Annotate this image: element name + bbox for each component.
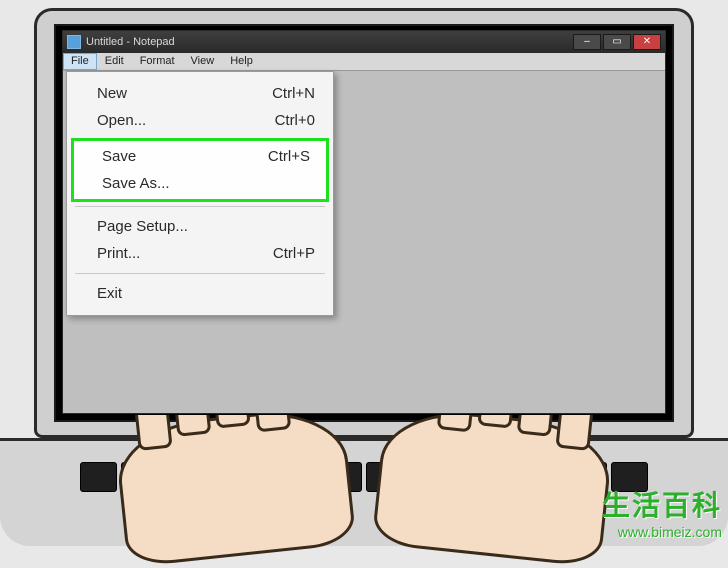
maximize-button[interactable]: ▭ <box>603 34 631 50</box>
menu-label: Print... <box>97 245 273 262</box>
menu-shortcut: Ctrl+S <box>268 148 310 165</box>
notepad-icon <box>67 35 81 49</box>
menu-shortcut: Ctrl+0 <box>275 112 315 129</box>
watermark-url: www.bimeiz.com <box>602 524 722 540</box>
watermark: 生活百科 www.bimeiz.com <box>602 484 722 540</box>
titlebar[interactable]: Untitled - Notepad – ▭ ✕ <box>63 31 665 53</box>
hand-right <box>371 404 614 567</box>
menu-item-save[interactable]: Save Ctrl+S <box>74 143 326 170</box>
menu-shortcut: Ctrl+N <box>272 85 315 102</box>
menu-file[interactable]: File <box>63 53 97 70</box>
file-menu-dropdown: New Ctrl+N Open... Ctrl+0 Save Ctrl+S Sa… <box>66 71 334 316</box>
menu-format[interactable]: Format <box>132 53 183 70</box>
menu-label: Open... <box>97 112 275 129</box>
hand-left <box>113 404 356 567</box>
minimize-button[interactable]: – <box>573 34 601 50</box>
menu-label: Exit <box>97 285 315 302</box>
highlight-save-group: Save Ctrl+S Save As... <box>71 138 329 202</box>
menu-label: Page Setup... <box>97 218 315 235</box>
menu-label: New <box>97 85 272 102</box>
menu-item-new[interactable]: New Ctrl+N <box>69 80 331 107</box>
menu-item-save-as[interactable]: Save As... <box>74 170 326 197</box>
menu-separator <box>75 273 325 274</box>
close-button[interactable]: ✕ <box>633 34 661 50</box>
menu-shortcut: Ctrl+P <box>273 245 315 262</box>
menu-item-page-setup[interactable]: Page Setup... <box>69 213 331 240</box>
menu-label: Save As... <box>102 175 310 192</box>
menu-edit[interactable]: Edit <box>97 53 132 70</box>
menu-help[interactable]: Help <box>222 53 261 70</box>
menu-item-open[interactable]: Open... Ctrl+0 <box>69 107 331 134</box>
watermark-main: 生活百科 <box>602 484 722 524</box>
menu-view[interactable]: View <box>183 53 223 70</box>
menu-separator <box>75 206 325 207</box>
menu-item-exit[interactable]: Exit <box>69 280 331 307</box>
menu-label: Save <box>102 148 268 165</box>
window-title: Untitled - Notepad <box>86 36 573 48</box>
window-controls: – ▭ ✕ <box>573 34 661 50</box>
menu-item-print[interactable]: Print... Ctrl+P <box>69 240 331 267</box>
menubar: File Edit Format View Help <box>63 53 665 71</box>
notepad-window: Untitled - Notepad – ▭ ✕ File Edit Forma… <box>62 30 666 414</box>
